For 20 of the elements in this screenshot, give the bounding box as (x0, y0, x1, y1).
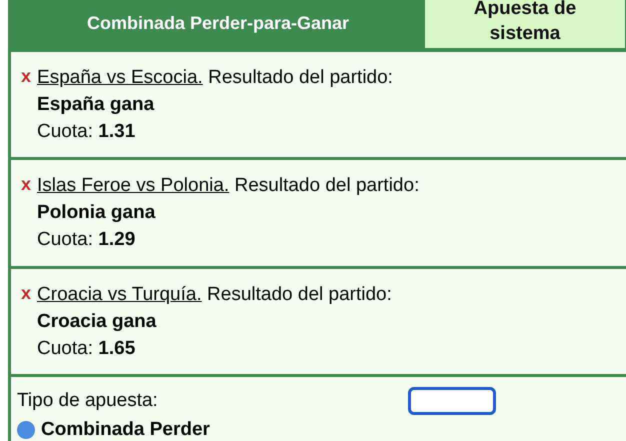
odds-text: Cuota: 1.31 (37, 120, 136, 144)
odds-text: Cuota: 1.29 (37, 228, 136, 252)
tab[interactable]: Apuesta de sistema (425, 0, 625, 48)
odds-text: Cuota: 1.65 (37, 336, 136, 361)
remove-icon[interactable]: x (21, 280, 32, 374)
selection-title: Croacia vs Turquía. Resultado del partido: (37, 282, 392, 307)
remove-icon[interactable]: x (21, 172, 32, 266)
input-field[interactable] (408, 387, 496, 416)
match-link[interactable]: Croacia vs Turquía. (37, 284, 202, 305)
radio-button[interactable] (17, 421, 35, 440)
option-label: Combinada Perder (41, 419, 210, 441)
match-link[interactable]: España vs Escocia. (37, 66, 203, 88)
selection-title: España vs Escocia. Resultado del partido: (37, 66, 393, 90)
selection-title: Islas Feroe vs Polonia. Resultado del partido: (37, 174, 420, 198)
remove-icon[interactable]: x (21, 64, 32, 158)
pick-text: Polonia gana (37, 201, 156, 226)
pick-text: Croacia gana (37, 310, 158, 334)
match-link[interactable]: Islas Feroe vs Polonia. (37, 175, 230, 196)
pick-text: España gana (37, 92, 156, 117)
bet-type-label: Tipo de apuesta: (17, 390, 158, 412)
